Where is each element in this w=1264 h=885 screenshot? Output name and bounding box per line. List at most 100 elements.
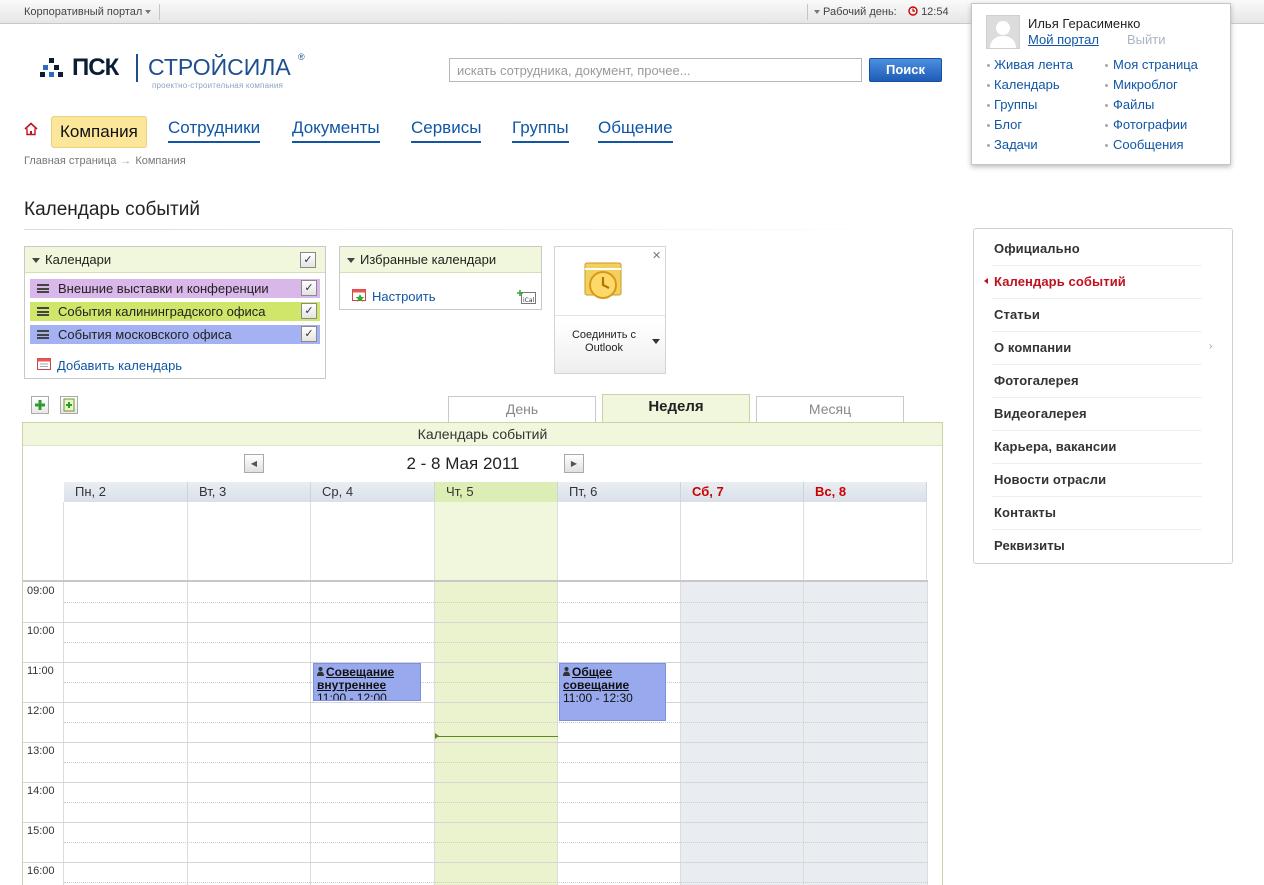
home-icon[interactable]: [24, 122, 38, 136]
allday-cell[interactable]: [804, 502, 927, 580]
workday-clock[interactable]: 12:54: [908, 6, 949, 18]
logout-link[interactable]: Выйти: [1127, 32, 1166, 47]
search-input[interactable]: [449, 58, 862, 82]
tab-month[interactable]: Месяц: [756, 396, 904, 422]
user-link[interactable]: Файлы: [1113, 97, 1154, 112]
breadcrumb-home[interactable]: Главная страница: [24, 155, 116, 167]
allday-cell-today[interactable]: [435, 502, 558, 580]
chevron-down-icon: [145, 10, 152, 15]
calendar-checkbox[interactable]: ✓: [301, 280, 317, 296]
allday-cell[interactable]: [311, 502, 435, 580]
close-icon[interactable]: ✕: [652, 249, 661, 262]
nav-item-company[interactable]: Компания: [51, 116, 147, 148]
day-column-weekend[interactable]: [681, 582, 804, 885]
add-favorite-calendar-icon[interactable]: iCal: [517, 290, 537, 304]
logo-mark-icon: [40, 58, 63, 77]
divider: [992, 298, 1202, 299]
calendars-panel-header[interactable]: Календари ✓: [25, 247, 325, 273]
search-button[interactable]: Поиск: [869, 58, 942, 82]
active-arrow-icon: [984, 278, 988, 284]
calendar-menu-icon[interactable]: [37, 330, 49, 339]
bullet-icon: [987, 124, 990, 127]
calendar-checkbox[interactable]: ✓: [301, 303, 317, 319]
current-time-marker-icon: [435, 733, 439, 739]
divider: [992, 265, 1202, 266]
favorites-panel-header[interactable]: Избранные календари: [340, 247, 541, 273]
nav-item-documents[interactable]: Документы: [292, 117, 380, 143]
day-column[interactable]: [64, 582, 188, 885]
user-link[interactable]: Календарь: [994, 77, 1060, 92]
user-link[interactable]: Задачи: [994, 137, 1038, 152]
day-column[interactable]: [188, 582, 311, 885]
nav-item-groups[interactable]: Группы: [512, 117, 569, 143]
allday-cell[interactable]: [64, 502, 188, 580]
company-logo[interactable]: ПСК СТРОЙСИЛА ® проектно-строительная ко…: [40, 52, 320, 92]
outlook-connect[interactable]: ✕ Соединить с Outlook: [554, 246, 666, 374]
calendars-toggle-all-checkbox[interactable]: ✓: [300, 252, 316, 268]
allday-cell[interactable]: [681, 502, 804, 580]
next-week-button[interactable]: ▶: [564, 454, 584, 473]
calendar-item-exhibitions[interactable]: Внешние выставки и конференции ✓: [30, 279, 320, 298]
user-link[interactable]: Фотографии: [1113, 117, 1187, 132]
calendar-menu-icon[interactable]: [37, 284, 49, 293]
allday-cell[interactable]: [188, 502, 311, 580]
event-title[interactable]: Общее совещание: [563, 665, 629, 692]
menu-item-event-calendar[interactable]: Календарь событий: [994, 274, 1199, 289]
user-link[interactable]: Сообщения: [1113, 137, 1184, 152]
divider: [555, 315, 665, 316]
breadcrumb-current[interactable]: Компания: [135, 155, 185, 167]
configure-favorites-link[interactable]: Настроить: [372, 289, 436, 304]
title-divider: [24, 229, 914, 230]
day-header-weekend[interactable]: Вс, 8: [804, 482, 927, 502]
menu-item-careers[interactable]: Карьера, вакансии: [994, 439, 1199, 454]
prev-week-button[interactable]: ◀: [244, 454, 264, 473]
menu-item-articles[interactable]: Статьи: [994, 307, 1199, 322]
add-calendar-link[interactable]: Добавить календарь: [57, 358, 182, 373]
workday-menu[interactable]: Рабочий день:: [814, 6, 897, 18]
user-link[interactable]: Моя страница: [1113, 57, 1198, 72]
day-header[interactable]: Пт, 6: [558, 482, 681, 502]
nav-item-services[interactable]: Сервисы: [411, 117, 482, 143]
menu-item-official[interactable]: Официально: [994, 241, 1199, 256]
day-header[interactable]: Вт, 3: [188, 482, 311, 502]
event-title[interactable]: Совещание внутреннее: [317, 665, 394, 692]
avatar[interactable]: [986, 15, 1020, 49]
calendar-item-kaliningrad[interactable]: События калининградского офиса ✓: [30, 302, 320, 321]
add-event-button[interactable]: [31, 396, 49, 414]
user-panel: Илья Герасименко Мой портал Выйти Живая …: [971, 3, 1231, 165]
tab-week[interactable]: Неделя: [602, 394, 750, 423]
tab-day[interactable]: День: [448, 396, 596, 422]
day-header-weekend[interactable]: Сб, 7: [681, 482, 804, 502]
chevron-down-icon[interactable]: [652, 339, 660, 344]
nav-item-communication[interactable]: Общение: [598, 117, 673, 143]
calendar-item-moscow[interactable]: События московского офиса ✓: [30, 325, 320, 344]
chevron-right-icon: ›: [1209, 341, 1213, 352]
calendar-checkbox[interactable]: ✓: [301, 326, 317, 342]
event-general-meeting[interactable]: Общее совещание 11:00 - 12:30: [559, 663, 666, 721]
day-header-today[interactable]: Чт, 5: [435, 482, 558, 502]
user-link[interactable]: Живая лента: [994, 57, 1073, 72]
day-header[interactable]: Пн, 2: [64, 482, 188, 502]
menu-item-contacts[interactable]: Контакты: [994, 505, 1199, 520]
user-link[interactable]: Блог: [994, 117, 1022, 132]
menu-item-industry-news[interactable]: Новости отрасли: [994, 472, 1199, 487]
my-portal-link[interactable]: Мой портал: [1028, 32, 1099, 47]
allday-cell[interactable]: [558, 502, 681, 580]
menu-item-requisites[interactable]: Реквизиты: [994, 538, 1199, 553]
menu-item-about[interactable]: О компании: [994, 340, 1199, 355]
menu-item-photo-gallery[interactable]: Фотогалерея: [994, 373, 1199, 388]
add-calendar-button[interactable]: [60, 396, 78, 414]
day-column-weekend[interactable]: [804, 582, 928, 885]
day-column-today[interactable]: [435, 582, 558, 885]
day-column[interactable]: [558, 582, 681, 885]
portal-menu[interactable]: Корпоративный портал: [24, 6, 154, 18]
day-header[interactable]: Ср, 4: [311, 482, 435, 502]
calendar-menu-icon[interactable]: [37, 307, 49, 316]
nav-item-employees[interactable]: Сотрудники: [168, 117, 261, 143]
day-column[interactable]: [311, 582, 435, 885]
time-grid[interactable]: 09:00 10:00 11:00 12:00 13:00 14:00 15:0…: [23, 580, 928, 885]
user-link[interactable]: Группы: [994, 97, 1037, 112]
user-link[interactable]: Микроблог: [1113, 77, 1178, 92]
menu-item-video-gallery[interactable]: Видеогалерея: [994, 406, 1199, 421]
event-internal-meeting[interactable]: Совещание внутреннее 11:00 - 12:00: [313, 663, 421, 701]
